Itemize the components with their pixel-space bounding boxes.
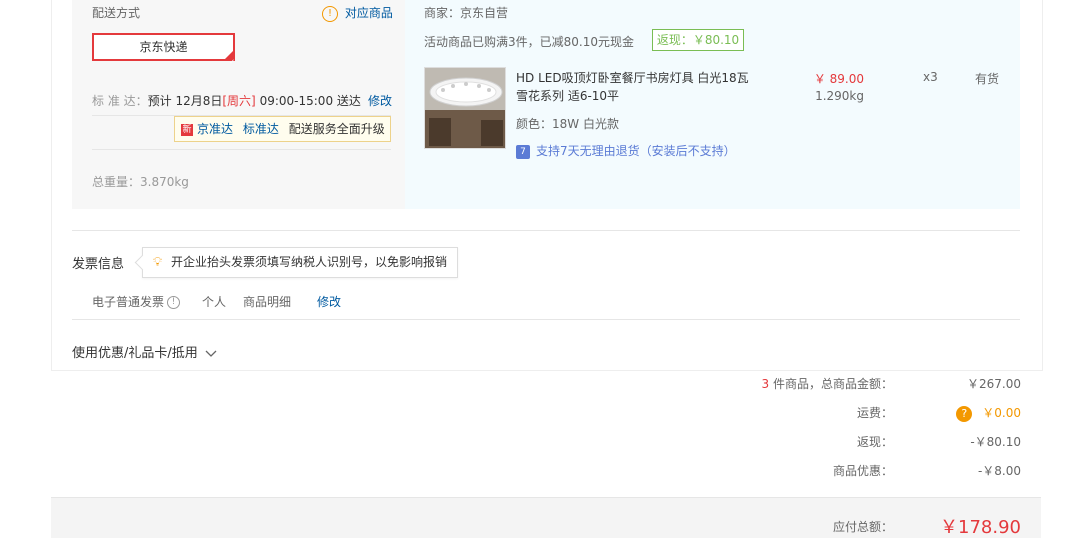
return-badge-icon: 7 bbox=[516, 144, 530, 159]
payable-label: 应付总额： bbox=[832, 520, 893, 534]
chevron-down-icon bbox=[205, 350, 217, 357]
shipping-method-label: 京东快递 bbox=[139, 40, 188, 54]
invoice-title: 发票信息 bbox=[72, 257, 125, 272]
jzd-link[interactable]: 京准达 bbox=[197, 122, 233, 136]
estimate-weekday: [周六] bbox=[222, 94, 256, 108]
ceiling-lamp-icon bbox=[425, 68, 505, 148]
total-weight: 总重量：3.870kg bbox=[92, 175, 189, 189]
section-divider bbox=[72, 230, 1020, 231]
invoice-content: 商品明细 bbox=[243, 295, 292, 309]
product-quantity: x3 bbox=[923, 70, 938, 84]
coupon-label: 使用优惠/礼品卡/抵用 bbox=[72, 346, 198, 361]
product-spec: 颜色：18W 白光款 bbox=[516, 117, 619, 131]
item-count-suffix: 件商品，总商品金额： bbox=[769, 377, 893, 391]
cashback-label: 返现： bbox=[856, 435, 893, 449]
discount-label: 商品优惠： bbox=[832, 464, 893, 478]
shipping-title: 配送方式 bbox=[92, 6, 141, 20]
match-products-label: 对应商品 bbox=[344, 6, 393, 20]
invoice-type: 电子普通发票! bbox=[92, 293, 181, 310]
delivery-estimate: 标 准 达：预计 12月8日[周六] 09:00-15:00 送达 bbox=[92, 92, 361, 109]
freight-value-wrap: ? ￥0.00 bbox=[940, 404, 1021, 422]
return-policy: 7 支持7天无理由退货（安装后不支持） bbox=[516, 142, 736, 159]
estimate-time: 09:00-15:00 送达 bbox=[259, 94, 361, 108]
return-policy-text: 支持7天无理由退货（安装后不支持） bbox=[536, 144, 736, 158]
shipping-divider-2 bbox=[92, 149, 391, 150]
promo-text: 活动商品已购满3件，已减80.10元现金 bbox=[424, 35, 634, 49]
product-name[interactable]: HD LED吸顶灯卧室餐厅书房灯具 白光18瓦 雪花系列 适6-10平 bbox=[516, 69, 749, 105]
coupon-toggle[interactable]: 使用优惠/礼品卡/抵用 bbox=[72, 342, 217, 361]
invoice-tip-text: 开企业抬头发票须填写纳税人识别号，以免影响报销 bbox=[171, 255, 448, 269]
invoice-tip: 💡︎ 开企业抬头发票须填写纳税人识别号，以免影响报销 bbox=[142, 247, 458, 278]
question-icon[interactable]: ? bbox=[956, 405, 973, 422]
modify-delivery-link[interactable]: 修改 bbox=[368, 92, 392, 109]
cashback-value: -￥80.10 bbox=[970, 435, 1021, 449]
standard-label: 标 准 达： bbox=[92, 94, 148, 108]
upgrade-text: 配送服务全面升级 bbox=[288, 122, 385, 136]
warning-icon: ! bbox=[322, 5, 338, 22]
goods-total-label: 3 件商品，总商品金额： bbox=[700, 375, 893, 392]
info-icon[interactable]: ! bbox=[167, 296, 181, 309]
match-products-link[interactable]: ! 对应商品 bbox=[322, 4, 393, 22]
rebate-badge: 返现：￥80.10 bbox=[652, 29, 744, 51]
shipping-method-jd-express[interactable]: 京东快递 bbox=[92, 33, 235, 74]
product-price: ￥ 89.00 bbox=[813, 72, 864, 86]
delivery-upgrade-tip: 新京准达 标准达 配送服务全面升级 bbox=[174, 116, 391, 142]
estimate-date: 预计 12月8日 bbox=[147, 94, 223, 108]
standard-link[interactable]: 标准达 bbox=[243, 122, 279, 136]
discount-value: -￥8.00 bbox=[977, 464, 1021, 478]
product-image[interactable] bbox=[424, 67, 506, 149]
merchant-label: 商家：京东自营 bbox=[424, 6, 509, 20]
payable-value: ￥178.90 bbox=[940, 517, 1021, 538]
invoice-type-label: 电子普通发票 bbox=[92, 295, 165, 309]
new-tag-icon: 新 bbox=[181, 123, 193, 136]
product-name-line2: 雪花系列 适6-10平 bbox=[516, 89, 620, 103]
check-corner-icon bbox=[223, 49, 235, 74]
modify-invoice-link[interactable]: 修改 bbox=[317, 293, 341, 310]
bulb-icon: 💡︎ bbox=[153, 255, 163, 270]
product-name-line1: HD LED吸顶灯卧室餐厅书房灯具 白光18瓦 bbox=[516, 71, 749, 85]
invoice-divider bbox=[72, 319, 1020, 320]
freight-value: ￥0.00 bbox=[982, 406, 1021, 420]
product-weight: 1.290kg bbox=[815, 89, 864, 103]
freight-label: 运费： bbox=[856, 406, 893, 420]
goods-total-value: ￥267.00 bbox=[967, 377, 1021, 391]
invoice-holder: 个人 bbox=[202, 295, 227, 309]
stock-status: 有货 bbox=[975, 72, 1000, 86]
